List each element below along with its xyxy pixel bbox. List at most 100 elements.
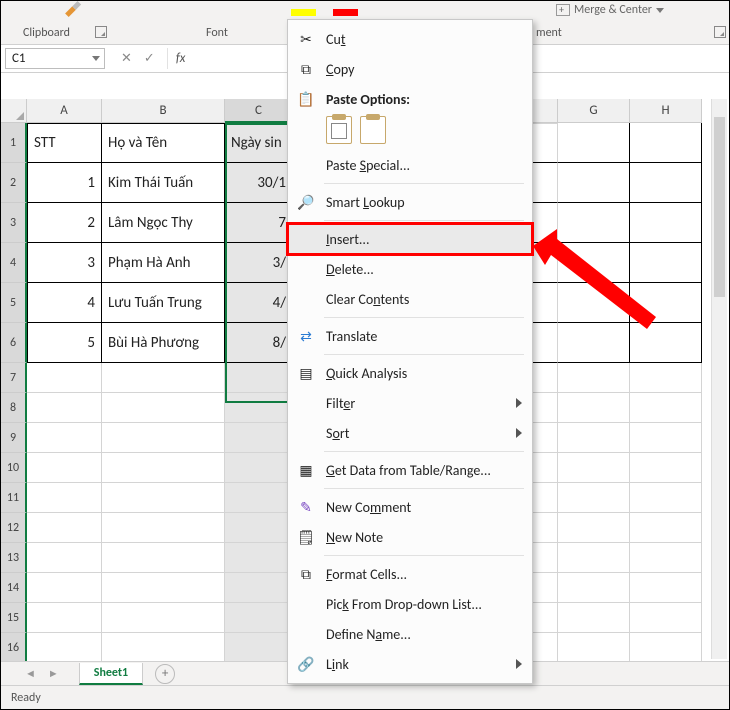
cell[interactable] — [102, 543, 225, 573]
row-header[interactable]: 15 — [1, 603, 27, 633]
row-header[interactable]: 5 — [1, 283, 27, 323]
row-header[interactable]: 13 — [1, 543, 27, 573]
cell[interactable] — [27, 423, 102, 453]
cell[interactable] — [558, 283, 630, 323]
cell[interactable]: Họ và Tên — [102, 123, 225, 163]
row-header[interactable]: 16 — [1, 633, 27, 663]
cell[interactable] — [558, 163, 630, 203]
cell[interactable] — [225, 543, 293, 573]
cell[interactable] — [630, 633, 702, 663]
cell[interactable] — [630, 513, 702, 543]
cell[interactable] — [102, 363, 225, 393]
sheet-nav-prev-icon[interactable]: ◄ — [25, 667, 36, 680]
cell[interactable] — [558, 423, 630, 453]
row-header[interactable]: 12 — [1, 513, 27, 543]
cell[interactable] — [558, 543, 630, 573]
cell[interactable] — [102, 423, 225, 453]
col-header-H[interactable]: H — [630, 99, 702, 123]
ctx-copy[interactable]: ⧉ Copy — [288, 54, 532, 84]
add-sheet-button[interactable]: + — [155, 664, 175, 684]
cell[interactable] — [27, 603, 102, 633]
cell[interactable] — [558, 483, 630, 513]
ctx-delete[interactable]: Delete... — [288, 254, 532, 284]
cell[interactable] — [630, 453, 702, 483]
row-header[interactable]: 14 — [1, 573, 27, 603]
cell[interactable] — [558, 573, 630, 603]
ctx-define-name[interactable]: Define Name... — [288, 619, 532, 649]
merge-center-button[interactable]: Merge & Center — [556, 3, 664, 17]
ctx-new-comment[interactable]: ✎ New Comment — [288, 492, 532, 522]
cell[interactable]: 5 — [27, 323, 102, 363]
cell[interactable] — [102, 573, 225, 603]
cell[interactable] — [630, 603, 702, 633]
cell[interactable] — [225, 603, 293, 633]
cell[interactable]: 4 — [27, 283, 102, 323]
cell[interactable] — [225, 363, 293, 393]
cell[interactable] — [630, 323, 702, 363]
ctx-cut[interactable]: ✂ Cut — [288, 24, 532, 54]
col-header-A[interactable]: A — [27, 99, 102, 123]
col-header-C[interactable]: C — [225, 99, 293, 123]
cell[interactable]: Lâm Ngọc Thy — [102, 203, 225, 243]
cell[interactable]: 2 — [27, 203, 102, 243]
cell[interactable]: Ngày sin — [225, 123, 293, 163]
row-header[interactable]: 6 — [1, 323, 27, 363]
cell[interactable] — [630, 203, 702, 243]
cell[interactable] — [558, 203, 630, 243]
cell[interactable]: 3 — [27, 243, 102, 283]
dialog-launcher-icon[interactable] — [714, 26, 726, 38]
cell[interactable]: 4/ — [225, 283, 293, 323]
ctx-format-cells[interactable]: ⧉ Format Cells... — [288, 559, 532, 589]
cell[interactable] — [225, 573, 293, 603]
cell[interactable] — [102, 483, 225, 513]
row-header[interactable]: 7 — [1, 363, 27, 393]
ctx-link[interactable]: 🔗 Link — [288, 649, 532, 679]
ctx-get-data[interactable]: ▦ Get Data from Table/Range... — [288, 455, 532, 485]
ctx-filter[interactable]: Filter — [288, 388, 532, 418]
cell[interactable] — [27, 393, 102, 423]
cell[interactable]: 3/ — [225, 243, 293, 283]
cell[interactable] — [630, 363, 702, 393]
cell[interactable] — [558, 633, 630, 663]
paste-option-plain[interactable] — [360, 116, 386, 144]
cell[interactable] — [225, 513, 293, 543]
select-all-corner[interactable] — [1, 99, 27, 123]
cell[interactable] — [630, 483, 702, 513]
dialog-launcher-icon[interactable] — [95, 26, 107, 38]
cell[interactable]: 7 — [225, 203, 293, 243]
ctx-new-note[interactable]: 🗒 New Note — [288, 522, 532, 552]
row-header[interactable]: 2 — [1, 163, 27, 203]
sheet-tab[interactable]: Sheet1 — [79, 663, 143, 685]
cell[interactable] — [102, 513, 225, 543]
cell[interactable]: Phạm Hà Anh — [102, 243, 225, 283]
cell[interactable] — [102, 603, 225, 633]
sheet-nav-next-icon[interactable]: ► — [48, 667, 59, 680]
cell[interactable] — [558, 393, 630, 423]
ctx-sort[interactable]: Sort — [288, 418, 532, 448]
scrollbar-thumb[interactable] — [714, 117, 725, 297]
font-color-chip[interactable] — [333, 3, 358, 16]
row-header[interactable]: 4 — [1, 243, 27, 283]
cell[interactable] — [27, 543, 102, 573]
cell[interactable] — [630, 393, 702, 423]
row-header[interactable]: 8 — [1, 393, 27, 423]
cell[interactable] — [630, 283, 702, 323]
cell[interactable] — [558, 453, 630, 483]
row-header[interactable]: 11 — [1, 483, 27, 513]
cell[interactable] — [558, 363, 630, 393]
row-header[interactable]: 1 — [1, 123, 27, 163]
row-header[interactable]: 3 — [1, 203, 27, 243]
col-header-G[interactable]: G — [558, 99, 630, 123]
fill-color-chip[interactable] — [291, 3, 316, 16]
cell[interactable] — [27, 363, 102, 393]
cell[interactable] — [27, 633, 102, 663]
cell[interactable] — [225, 633, 293, 663]
row-header[interactable]: 9 — [1, 423, 27, 453]
cancel-formula-icon[interactable]: ✕ — [121, 51, 132, 66]
cell[interactable] — [558, 243, 630, 283]
cell[interactable] — [102, 453, 225, 483]
format-painter-icon[interactable] — [63, 1, 85, 21]
cell[interactable] — [630, 243, 702, 283]
cell[interactable] — [225, 483, 293, 513]
cell[interactable]: 8/ — [225, 323, 293, 363]
